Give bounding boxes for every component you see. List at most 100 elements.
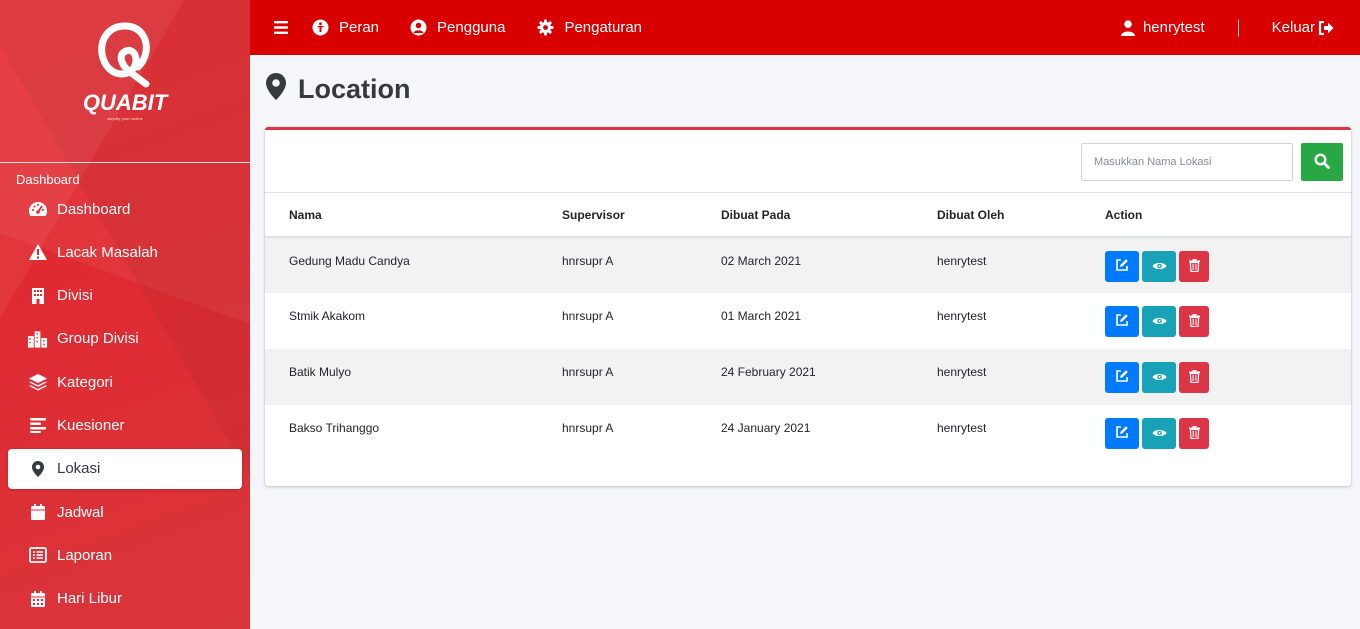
column-header-dibuat-pada[interactable]: Dibuat Pada (721, 193, 937, 238)
cell-actions (1105, 237, 1351, 293)
topbar-item-peran[interactable]: Peran (312, 19, 379, 36)
trash-icon (1188, 369, 1200, 386)
sidebar-item-kategori[interactable]: Kategori (8, 362, 242, 402)
city-icon (27, 330, 48, 348)
edit-button[interactable] (1105, 418, 1139, 449)
eye-icon (1152, 370, 1167, 385)
column-header-supervisor[interactable]: Supervisor (562, 193, 721, 238)
map-marker-icon (265, 72, 287, 106)
edit-button[interactable] (1105, 251, 1139, 282)
eye-icon (1152, 314, 1167, 329)
sidebar-item-jadwal[interactable]: Jadwal (8, 492, 242, 532)
search-input[interactable] (1081, 143, 1293, 181)
cell-dibuat-pada: 24 February 2021 (721, 349, 937, 405)
list-alt-icon (27, 546, 48, 564)
delete-button[interactable] (1179, 306, 1209, 337)
cell-dibuat-pada: 02 March 2021 (721, 237, 937, 293)
delete-button[interactable] (1179, 362, 1209, 393)
map-marker-icon (27, 460, 48, 478)
sidebar-item-divisi[interactable]: Divisi (8, 276, 242, 316)
view-button[interactable] (1142, 418, 1176, 449)
sidebar-item-group-divisi[interactable]: Group Divisi (8, 319, 242, 359)
eye-icon (1152, 426, 1167, 441)
view-button[interactable] (1142, 306, 1176, 337)
topbar-item-label: Pengguna (437, 19, 506, 36)
user-icon (1120, 19, 1135, 36)
sign-out-icon (1318, 20, 1334, 35)
view-button[interactable] (1142, 362, 1176, 393)
sidebar-item-label: Laporan (57, 546, 113, 564)
card-tools (265, 130, 1351, 193)
page-title: Location (298, 73, 411, 104)
topbar-item-label: Peran (339, 19, 380, 36)
column-header-action: Action (1105, 193, 1351, 238)
sidebar-nav: Dashboard Lacak Masalah Divisi Group Div… (0, 189, 250, 619)
topbar-right: henrytest Keluar (1120, 18, 1360, 37)
brand-tagline: simplify your routine (107, 116, 143, 121)
trash-icon (1188, 425, 1200, 442)
topbar-item-label: Pengaturan (564, 19, 643, 36)
cell-supervisor: hnrsupr A (562, 349, 721, 405)
sidebar-item-laporan[interactable]: Laporan (8, 535, 242, 575)
warning-icon (27, 243, 48, 261)
hamburger-icon[interactable] (274, 21, 288, 34)
logout-button[interactable]: Keluar (1272, 19, 1334, 36)
cell-nama: Gedung Madu Candya (265, 237, 562, 293)
cell-nama: Batik Mulyo (265, 349, 562, 405)
edit-icon (1115, 425, 1129, 442)
cell-actions (1105, 405, 1351, 461)
cell-dibuat-oleh: henrytest (937, 349, 1105, 405)
column-header-dibuat-oleh[interactable]: Dibuat Oleh (937, 193, 1105, 238)
cell-actions (1105, 349, 1351, 405)
align-left-icon (27, 416, 48, 434)
cell-nama: Bakso Trihanggo (289, 421, 380, 435)
edit-icon (1115, 258, 1129, 275)
calendar-icon (27, 503, 48, 521)
view-button[interactable] (1142, 251, 1176, 282)
sidebar-item-hari-libur[interactable]: Hari Libur (8, 579, 242, 619)
sidebar-item-lacak-masalah[interactable]: Lacak Masalah (8, 232, 242, 272)
cell-dibuat-oleh: henrytest (937, 309, 987, 323)
sidebar-section-label: Dashboard (16, 172, 80, 187)
cell-actions (1105, 293, 1351, 349)
sidebar-item-label: Lokasi (57, 460, 101, 478)
trash-icon (1188, 313, 1200, 330)
location-table: Nama Supervisor Dibuat Pada Dibuat Oleh … (265, 193, 1351, 461)
username: henrytest (1142, 19, 1205, 36)
table-row: Bakso Trihanggo hnrsupr A 24 January 202… (265, 405, 1351, 461)
logout-label: Keluar (1271, 19, 1315, 36)
column-header-nama[interactable]: Nama (265, 193, 562, 238)
location-card: Nama Supervisor Dibuat Pada Dibuat Oleh … (265, 127, 1351, 486)
sidebar-item-dashboard[interactable]: Dashboard (8, 189, 242, 229)
search-button[interactable] (1301, 143, 1343, 181)
sidebar-item-kuesioner[interactable]: Kuesioner (8, 405, 242, 445)
brand[interactable]: QUABIT simplify your routine (0, 0, 250, 163)
sidebar-item-label: Hari Libur (57, 590, 123, 608)
table-row: Batik Mulyo hnrsupr A 24 February 2021 h… (265, 349, 1351, 405)
topbar-item-pengaturan[interactable]: Pengaturan (537, 19, 642, 36)
topbar-item-pengguna[interactable]: Pengguna (410, 19, 505, 36)
cell-dibuat-oleh: henrytest (937, 237, 1105, 293)
sidebar-item-label: Kategori (57, 373, 113, 391)
page-header: Location (265, 72, 411, 106)
cell-supervisor: hnrsupr A (562, 421, 614, 435)
cell-dibuat-pada: 01 March 2021 (721, 309, 802, 323)
table-row: Gedung Madu Candya hnrsupr A 02 March 20… (265, 237, 1351, 293)
delete-button[interactable] (1179, 418, 1209, 449)
eye-icon (1152, 259, 1167, 274)
topbar: Peran Pengguna Pengaturan henrytest Kelu… (250, 0, 1360, 55)
user-menu[interactable]: henrytest (1120, 19, 1205, 36)
delete-button[interactable] (1179, 251, 1209, 282)
edit-icon (1115, 313, 1129, 330)
sidebar-item-label: Kuesioner (57, 416, 125, 434)
sidebar-item-label: Divisi (57, 287, 93, 305)
edit-button[interactable] (1105, 362, 1139, 393)
cell-dibuat-pada: 24 January 2021 (721, 421, 811, 435)
sidebar-item-label: Dashboard (57, 200, 131, 218)
sidebar-item-lokasi[interactable]: Lokasi (8, 448, 242, 489)
edit-button[interactable] (1105, 306, 1139, 337)
topbar-divider (1237, 18, 1239, 37)
sidebar-item-label: Lacak Masalah (57, 243, 158, 261)
user-circle-icon (410, 19, 427, 36)
table-row: Stmik Akakom hnrsupr A 01 March 2021 hen… (265, 293, 1351, 349)
